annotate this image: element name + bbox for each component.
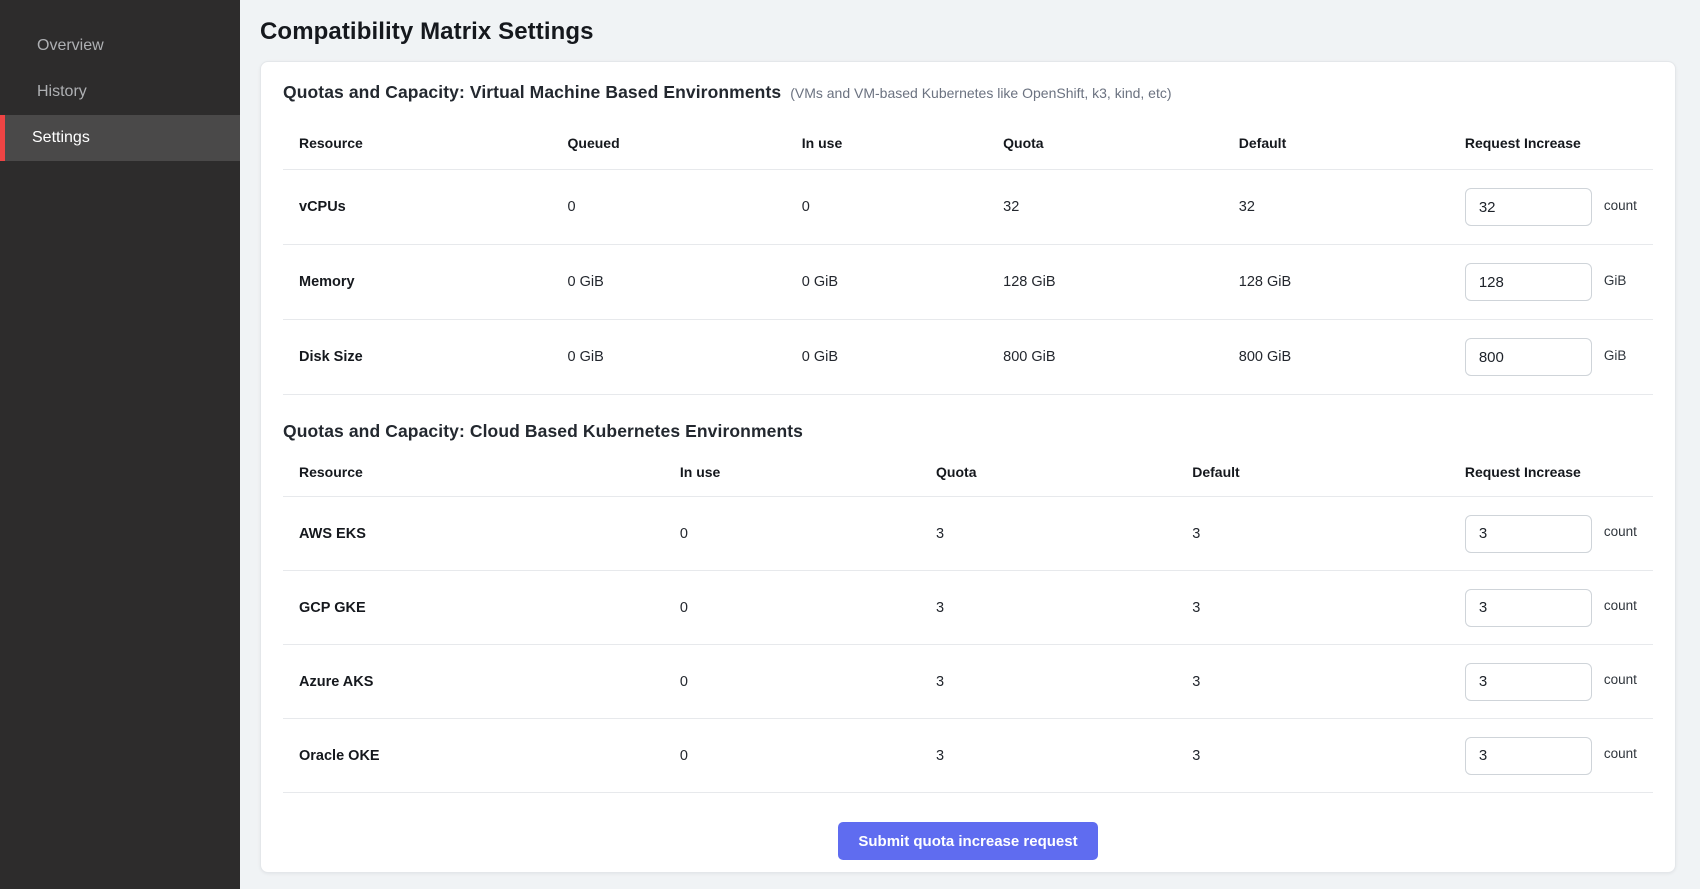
resource-name: Oracle OKE xyxy=(283,719,664,793)
column-header-resource: Resource xyxy=(283,109,552,170)
sidebar-item-history[interactable]: History xyxy=(0,69,240,115)
vm-section-heading: Quotas and Capacity: Virtual Machine Bas… xyxy=(283,82,1653,103)
aws-eks-request-input[interactable] xyxy=(1465,515,1592,553)
default-value: 3 xyxy=(1176,497,1449,571)
table-row-azure-aks: Azure AKS 0 3 3 count xyxy=(283,645,1653,719)
gcp-gke-request-input[interactable] xyxy=(1465,589,1592,627)
default-value: 3 xyxy=(1176,571,1449,645)
disk-size-request-input[interactable] xyxy=(1465,338,1592,376)
quota-value: 800 GiB xyxy=(987,320,1223,395)
column-header-request-increase: Request Increase xyxy=(1449,444,1653,497)
default-value: 128 GiB xyxy=(1223,245,1449,320)
column-header-quota: Quota xyxy=(920,444,1176,497)
sidebar: Overview History Settings xyxy=(0,0,240,889)
column-header-in-use: In use xyxy=(786,109,987,170)
button-row: Submit quota increase request xyxy=(283,793,1653,860)
resource-name: vCPUs xyxy=(283,170,552,245)
k8s-quota-table: Resource In use Quota Default Request In… xyxy=(283,444,1653,793)
resource-name: GCP GKE xyxy=(283,571,664,645)
quota-value: 3 xyxy=(920,571,1176,645)
quota-value: 32 xyxy=(987,170,1223,245)
table-row-vcpus: vCPUs 0 0 32 32 count xyxy=(283,170,1653,245)
column-header-default: Default xyxy=(1176,444,1449,497)
sidebar-item-label: Settings xyxy=(32,129,90,147)
vm-section-title: Quotas and Capacity: Virtual Machine Bas… xyxy=(283,82,781,103)
table-row-oracle-oke: Oracle OKE 0 3 3 count xyxy=(283,719,1653,793)
vcpus-request-input[interactable] xyxy=(1465,188,1592,226)
quota-value: 3 xyxy=(920,645,1176,719)
queued-value: 0 GiB xyxy=(552,320,786,395)
column-header-resource: Resource xyxy=(283,444,664,497)
resource-name: Azure AKS xyxy=(283,645,664,719)
default-value: 32 xyxy=(1223,170,1449,245)
page-title: Compatibility Matrix Settings xyxy=(260,18,1676,46)
oracle-oke-request-input[interactable] xyxy=(1465,737,1592,775)
in-use-value: 0 xyxy=(664,645,920,719)
table-row-memory: Memory 0 GiB 0 GiB 128 GiB 128 GiB GiB xyxy=(283,245,1653,320)
unit-label: count xyxy=(1604,672,1637,687)
unit-label: count xyxy=(1604,198,1637,213)
vm-table-header-row: Resource Queued In use Quota Default Req… xyxy=(283,109,1653,170)
in-use-value: 0 xyxy=(664,497,920,571)
main-content: Compatibility Matrix Settings Quotas and… xyxy=(240,0,1700,889)
sidebar-item-label: Overview xyxy=(37,37,104,55)
sidebar-item-overview[interactable]: Overview xyxy=(0,23,240,69)
unit-label: count xyxy=(1604,524,1637,539)
resource-name: Disk Size xyxy=(283,320,552,395)
submit-quota-increase-button[interactable]: Submit quota increase request xyxy=(838,822,1097,860)
default-value: 3 xyxy=(1176,719,1449,793)
k8s-section-title: Quotas and Capacity: Cloud Based Kuberne… xyxy=(283,421,803,442)
quota-value: 3 xyxy=(920,497,1176,571)
k8s-table-header-row: Resource In use Quota Default Request In… xyxy=(283,444,1653,497)
column-header-default: Default xyxy=(1223,109,1449,170)
column-header-request-increase: Request Increase xyxy=(1449,109,1653,170)
app-root: Overview History Settings Compatibility … xyxy=(0,0,1700,889)
in-use-value: 0 xyxy=(664,719,920,793)
queued-value: 0 xyxy=(552,170,786,245)
queued-value: 0 GiB xyxy=(552,245,786,320)
in-use-value: 0 xyxy=(664,571,920,645)
column-header-in-use: In use xyxy=(664,444,920,497)
column-header-queued: Queued xyxy=(552,109,786,170)
table-row-disk-size: Disk Size 0 GiB 0 GiB 800 GiB 800 GiB Gi… xyxy=(283,320,1653,395)
sidebar-item-settings[interactable]: Settings xyxy=(0,115,240,161)
quota-value: 3 xyxy=(920,719,1176,793)
vm-quota-table: Resource Queued In use Quota Default Req… xyxy=(283,109,1653,395)
azure-aks-request-input[interactable] xyxy=(1465,663,1592,701)
default-value: 3 xyxy=(1176,645,1449,719)
unit-label: count xyxy=(1604,746,1637,761)
quota-value: 128 GiB xyxy=(987,245,1223,320)
column-header-quota: Quota xyxy=(987,109,1223,170)
unit-label: GiB xyxy=(1604,348,1627,363)
in-use-value: 0 xyxy=(786,170,987,245)
vm-section-note: (VMs and VM-based Kubernetes like OpenSh… xyxy=(790,85,1171,101)
in-use-value: 0 GiB xyxy=(786,245,987,320)
unit-label: GiB xyxy=(1604,273,1627,288)
resource-name: Memory xyxy=(283,245,552,320)
k8s-section-heading: Quotas and Capacity: Cloud Based Kuberne… xyxy=(283,421,1653,442)
in-use-value: 0 GiB xyxy=(786,320,987,395)
table-row-gcp-gke: GCP GKE 0 3 3 count xyxy=(283,571,1653,645)
quotas-card: Quotas and Capacity: Virtual Machine Bas… xyxy=(260,61,1676,873)
sidebar-item-label: History xyxy=(37,83,87,101)
memory-request-input[interactable] xyxy=(1465,263,1592,301)
resource-name: AWS EKS xyxy=(283,497,664,571)
default-value: 800 GiB xyxy=(1223,320,1449,395)
unit-label: count xyxy=(1604,598,1637,613)
table-row-aws-eks: AWS EKS 0 3 3 count xyxy=(283,497,1653,571)
